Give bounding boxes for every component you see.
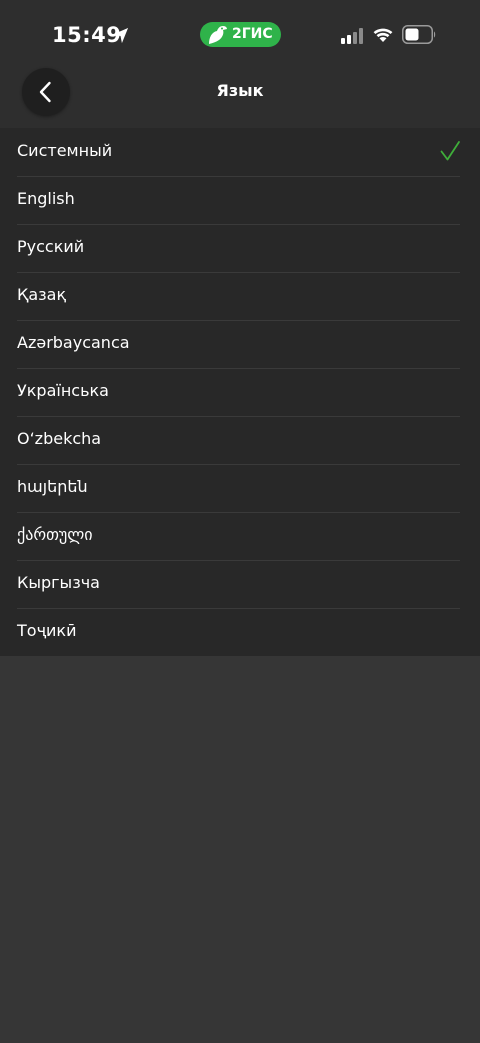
language-label: Тоҷикӣ [17, 621, 77, 640]
language-label: O‘zbekcha [17, 429, 102, 448]
page-title: Язык [216, 81, 264, 100]
language-settings-screen: 15:49 2ГИС Язык Системный English Русски… [0, 0, 480, 1043]
checkmark-icon [440, 141, 460, 161]
language-label: Системный [17, 141, 113, 160]
nav-header: Язык [0, 66, 480, 128]
language-label: հայերեն [17, 477, 88, 496]
dgis-bird-logo-icon [209, 26, 227, 44]
language-item-kazakh[interactable]: Қазақ [0, 272, 480, 320]
language-item-russian[interactable]: Русский [0, 224, 480, 272]
language-item-uzbek[interactable]: O‘zbekcha [0, 416, 480, 464]
language-label: Кыргызча [17, 573, 100, 592]
language-item-tajik[interactable]: Тоҷикӣ [0, 608, 480, 656]
language-item-armenian[interactable]: հայերեն [0, 464, 480, 512]
language-label: ქართული [17, 525, 93, 544]
language-label: Azərbaycanca [17, 333, 130, 352]
language-item-ukrainian[interactable]: Українська [0, 368, 480, 416]
app-badge-label: 2ГИС [232, 26, 273, 42]
location-arrow-icon [112, 27, 129, 44]
cellular-signal-icon [341, 28, 363, 44]
battery-icon [402, 25, 436, 44]
language-item-kyrgyz[interactable]: Кыргызча [0, 560, 480, 608]
wifi-icon [373, 28, 393, 42]
language-item-georgian[interactable]: ქართული [0, 512, 480, 560]
language-list: Системный English Русский Қазақ Azərbayc… [0, 128, 480, 656]
language-label: English [17, 189, 75, 208]
language-label: Українська [17, 381, 109, 400]
language-label: Қазақ [17, 285, 67, 304]
language-item-system[interactable]: Системный [0, 128, 480, 176]
language-item-azerbaijani[interactable]: Azərbaycanca [0, 320, 480, 368]
language-label: Русский [17, 237, 85, 256]
language-item-english[interactable]: English [0, 176, 480, 224]
app-badge[interactable]: 2ГИС [200, 22, 281, 47]
status-bar: 15:49 2ГИС [0, 0, 480, 66]
